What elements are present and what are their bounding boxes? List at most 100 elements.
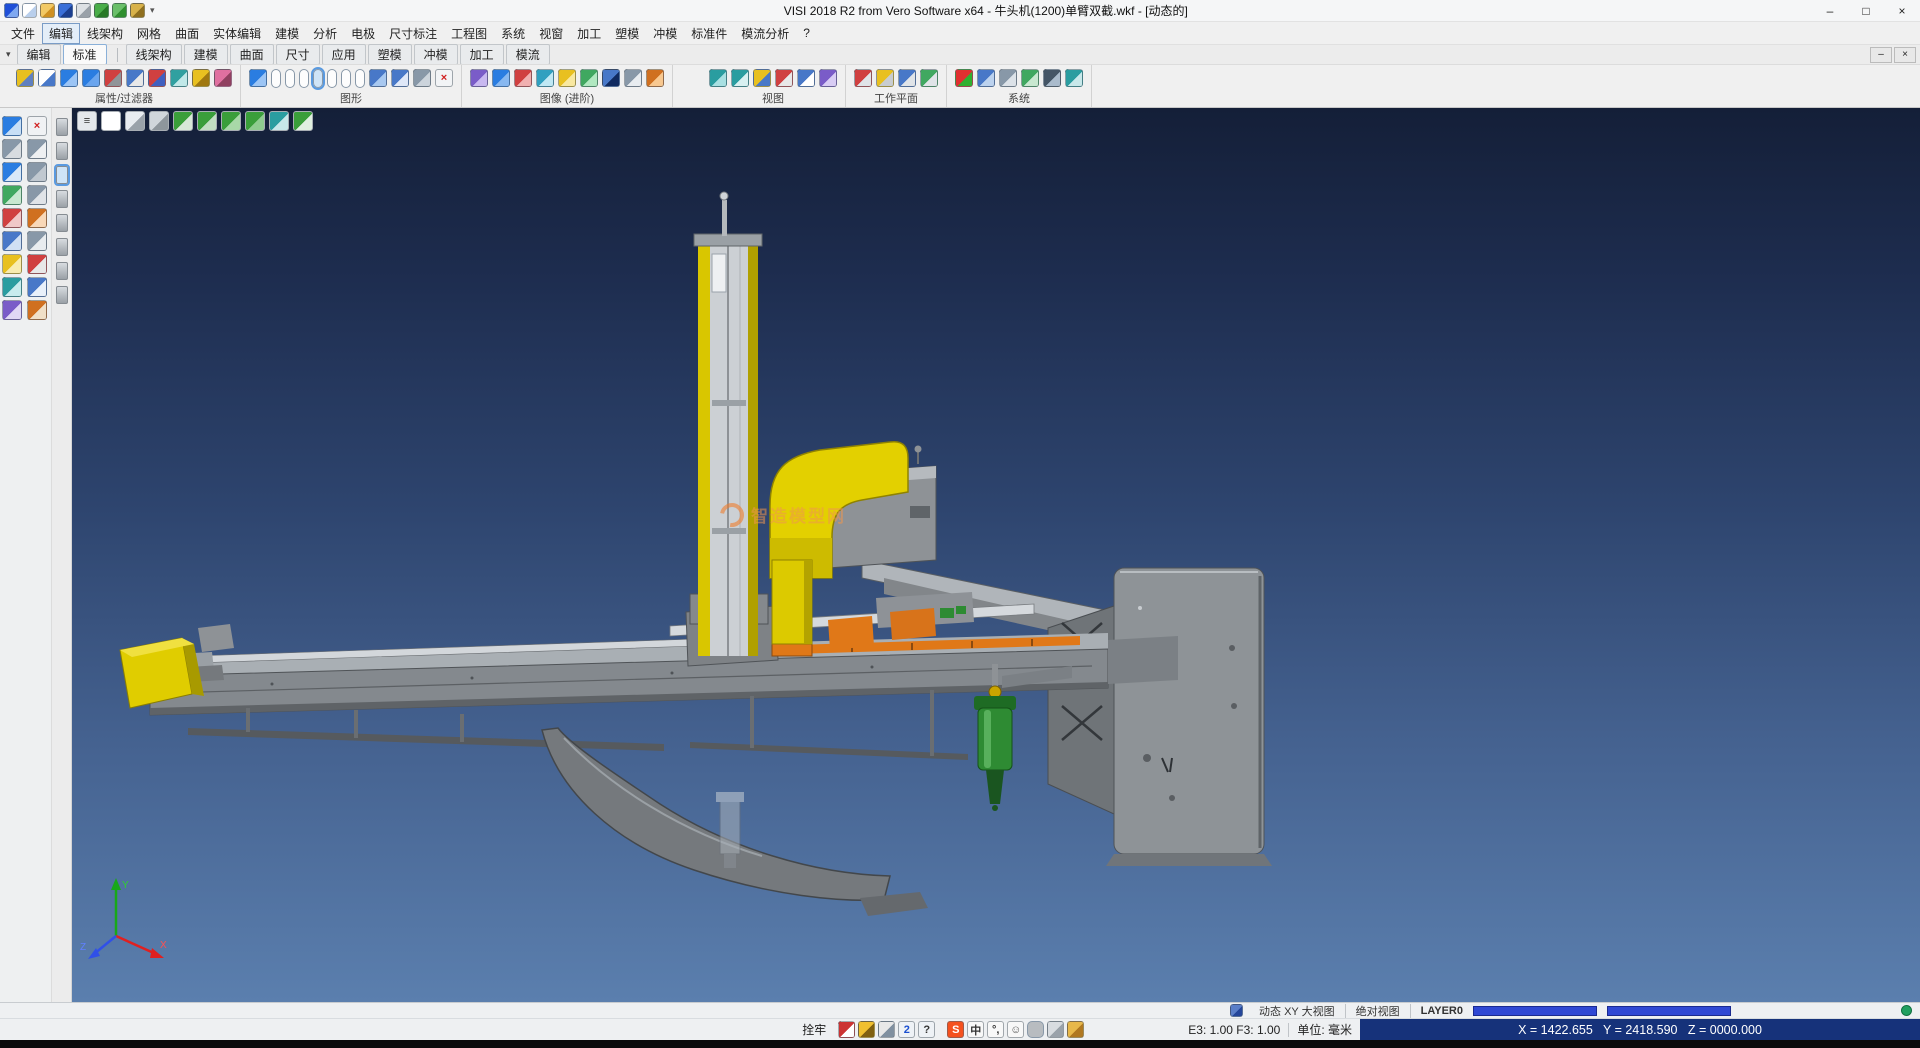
group-entities-icon[interactable] [2, 300, 22, 320]
menu-modeling[interactable]: 建模 [268, 23, 306, 44]
tab-surface[interactable]: 曲面 [230, 44, 274, 65]
measure-entity-icon[interactable] [2, 277, 22, 297]
visibility-icon[interactable] [797, 69, 815, 87]
break-entity-icon[interactable] [27, 254, 47, 274]
mirror-entity-icon[interactable] [27, 162, 47, 182]
iso-view-ne-icon[interactable] [173, 111, 193, 131]
update-links-icon[interactable] [60, 69, 78, 87]
viewport-3d[interactable]: ≡ [72, 108, 1920, 1002]
material-icon[interactable] [580, 69, 598, 87]
menu-mold[interactable]: 塑模 [608, 23, 646, 44]
child-minimize-button[interactable]: – [1870, 47, 1892, 63]
viewport-slot-icon-4[interactable] [313, 69, 323, 88]
shaded-cube-icon[interactable] [149, 111, 169, 131]
offset-entity-icon[interactable] [2, 231, 22, 251]
layer-manager-icon[interactable] [1065, 69, 1083, 87]
dimetric-view-icon[interactable] [269, 111, 289, 131]
lock-toggle[interactable]: 拴牢 [796, 1020, 832, 1039]
workplane-face-icon[interactable] [876, 69, 894, 87]
keyboard-icon[interactable] [1047, 1021, 1064, 1038]
regen-view-icon[interactable] [249, 69, 267, 87]
render-settings-icon[interactable] [470, 69, 488, 87]
snapshot-icon[interactable] [624, 69, 642, 87]
refresh-filter-icon[interactable] [82, 69, 100, 87]
visi-logo-icon[interactable] [4, 3, 19, 18]
chamfer-entity-icon[interactable] [2, 254, 22, 274]
zoom-extents-icon[interactable] [709, 69, 727, 87]
trimetric-view-icon[interactable] [293, 111, 313, 131]
clean-attributes-icon[interactable] [214, 69, 232, 87]
lighting-icon[interactable] [558, 69, 576, 87]
viewport-slot-icon-3[interactable] [299, 69, 309, 88]
menu-analysis[interactable]: 分析 [306, 23, 344, 44]
tab-dimension[interactable]: 尺寸 [276, 44, 320, 65]
wcs-slot-icon-8[interactable] [56, 286, 68, 304]
wireframe-cube-icon[interactable] [125, 111, 145, 131]
top-view-icon[interactable] [101, 111, 121, 131]
tab-mold[interactable]: 塑模 [368, 44, 412, 65]
dynamic-rotate-icon[interactable] [492, 69, 510, 87]
input-mode-icon[interactable]: 中 [967, 1021, 984, 1038]
viewport-slot-icon-5[interactable] [327, 69, 337, 88]
tag-properties-icon[interactable] [192, 69, 210, 87]
fillet-entity-icon[interactable] [27, 231, 47, 251]
menu-drawing[interactable]: 工程图 [444, 23, 494, 44]
undo-icon[interactable] [94, 3, 109, 18]
viewport-slot-icon-1[interactable] [271, 69, 281, 88]
tab-application[interactable]: 应用 [322, 44, 366, 65]
wireframe-view-icon[interactable] [391, 69, 409, 87]
quick-access-caret-icon[interactable]: ▾ [145, 5, 160, 16]
previous-view-icon[interactable] [753, 69, 771, 87]
zoom-select-icon[interactable] [2, 116, 22, 136]
menu-standard-parts[interactable]: 标准件 [684, 23, 734, 44]
workplane-reset-icon[interactable] [920, 69, 938, 87]
quick-filter-icon[interactable] [170, 69, 188, 87]
help-status-icon[interactable]: ? [918, 1021, 935, 1038]
animation-icon[interactable] [646, 69, 664, 87]
menu-machining[interactable]: 加工 [570, 23, 608, 44]
menu-dimensioning[interactable]: 尺寸标注 [382, 23, 444, 44]
maximize-button[interactable]: □ [1848, 0, 1884, 21]
menu-die[interactable]: 冲模 [646, 23, 684, 44]
toolbox-icon[interactable] [1067, 1021, 1084, 1038]
viewport-slot-icon-2[interactable] [285, 69, 295, 88]
wcs-slot-icon-4[interactable] [56, 190, 68, 208]
view-mode-icon[interactable] [1230, 1004, 1243, 1017]
lock-status-icon[interactable] [838, 1021, 855, 1038]
paint-properties-icon[interactable] [16, 69, 34, 87]
menu-system[interactable]: 系统 [494, 23, 532, 44]
trim-entity-icon[interactable] [2, 208, 22, 228]
tab-die[interactable]: 冲模 [414, 44, 458, 65]
menu-surface[interactable]: 曲面 [168, 23, 206, 44]
minimize-button[interactable]: – [1812, 0, 1848, 21]
zoom-window-icon[interactable] [731, 69, 749, 87]
tab-wireframe[interactable]: 线架构 [126, 44, 182, 65]
system-settings-icon[interactable] [999, 69, 1017, 87]
wcs-slot-icon-5[interactable] [56, 214, 68, 232]
viewport-slot-icon-6[interactable] [341, 69, 351, 88]
pen-status-icon[interactable]: 2 [898, 1021, 915, 1038]
tab-modeling[interactable]: 建模 [184, 44, 228, 65]
punctuation-icon[interactable]: °, [987, 1021, 1004, 1038]
transparency-icon[interactable] [536, 69, 554, 87]
active-layer-label[interactable]: LAYER0 [1421, 1005, 1463, 1017]
model-vertical-mast[interactable] [690, 192, 768, 656]
extend-entity-icon[interactable] [27, 208, 47, 228]
rotate-entity-icon[interactable] [2, 162, 22, 182]
display-config-icon[interactable] [977, 69, 995, 87]
child-close-button[interactable]: × [1894, 47, 1916, 63]
pixel-grid-icon[interactable] [1043, 69, 1061, 87]
wcs-slot-icon-7[interactable] [56, 262, 68, 280]
orbit-view-icon[interactable] [819, 69, 837, 87]
translate-icon[interactable] [2, 139, 22, 159]
close-button[interactable]: × [1884, 0, 1920, 21]
tab-machining[interactable]: 加工 [460, 44, 504, 65]
iso-view-sw-icon[interactable] [245, 111, 265, 131]
stretch-entity-icon[interactable] [27, 185, 47, 205]
open-file-icon[interactable] [40, 3, 55, 18]
print-icon[interactable] [76, 3, 91, 18]
hidden-line-view-icon[interactable] [413, 69, 431, 87]
delete-entity-icon[interactable]: × [27, 116, 47, 136]
menu-electrode[interactable]: 电极 [344, 23, 382, 44]
match-properties-icon[interactable] [38, 69, 56, 87]
